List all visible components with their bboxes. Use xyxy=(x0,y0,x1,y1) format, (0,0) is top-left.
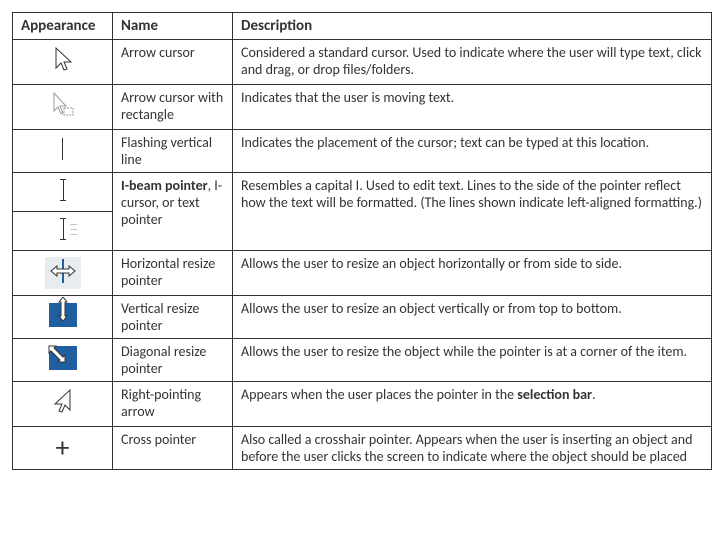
diagonal-resize-icon xyxy=(49,346,77,370)
table-row: Arrow cursor with rectangle Indicates th… xyxy=(13,85,712,130)
cursor-name: Right-pointing arrow xyxy=(113,382,233,427)
header-row: Appearance Name Description xyxy=(13,13,712,40)
ibeam-icon xyxy=(56,179,70,201)
table-row: Vertical resize pointer Allows the user … xyxy=(13,296,712,339)
header-appearance: Appearance xyxy=(13,13,113,40)
cursor-name: Vertical resize pointer xyxy=(113,296,233,339)
arrow-with-rectangle-icon xyxy=(50,91,76,123)
table-row: + Cross pointer Also called a crosshair … xyxy=(13,427,712,470)
table-row: Right-pointing arrow Appears when the us… xyxy=(13,382,712,427)
horizontal-resize-icon xyxy=(45,257,81,289)
cursor-desc: Resembles a capital I. Used to edit text… xyxy=(233,173,712,251)
arrow-cursor-icon xyxy=(52,46,74,78)
cursor-desc: Allows the user to resize an object hori… xyxy=(233,251,712,296)
cursor-name: Arrow cursor xyxy=(113,40,233,85)
ibeam-aligned-icon: ——— xyxy=(56,218,70,240)
table-row: I-beam pointer, I-cursor, or text pointe… xyxy=(13,173,712,212)
cursor-desc: Allows the user to resize an object vert… xyxy=(233,296,712,339)
cursor-name: Diagonal resize pointer xyxy=(113,339,233,382)
cursor-desc: Considered a standard cursor. Used to in… xyxy=(233,40,712,85)
table-row: Flashing vertical line Indicates the pla… xyxy=(13,130,712,173)
cursor-desc: Also called a crosshair pointer. Appears… xyxy=(233,427,712,470)
table-row: Horizontal resize pointer Allows the use… xyxy=(13,251,712,296)
right-pointing-arrow-icon xyxy=(52,388,74,420)
table-row: Diagonal resize pointer Allows the user … xyxy=(13,339,712,382)
cursor-desc: Indicates that the user is moving text. xyxy=(233,85,712,130)
header-name: Name xyxy=(113,13,233,40)
cursor-name: Cross pointer xyxy=(113,427,233,470)
cursor-desc: Allows the user to resize the object whi… xyxy=(233,339,712,382)
cursor-desc: Appears when the user places the pointer… xyxy=(233,382,712,427)
cursor-name: Flashing vertical line xyxy=(113,130,233,173)
cross-pointer-icon: + xyxy=(56,430,70,465)
cursor-types-table: Appearance Name Description Arrow cursor… xyxy=(12,12,712,470)
flashing-line-icon xyxy=(62,138,63,160)
vertical-resize-icon xyxy=(49,303,77,327)
cursor-name: Horizontal resize pointer xyxy=(113,251,233,296)
cursor-name: Arrow cursor with rectangle xyxy=(113,85,233,130)
cursor-desc: Indicates the placement of the cursor; t… xyxy=(233,130,712,173)
cursor-name: I-beam pointer, I-cursor, or text pointe… xyxy=(113,173,233,251)
header-description: Description xyxy=(233,13,712,40)
table-row: Arrow cursor Considered a standard curso… xyxy=(13,40,712,85)
